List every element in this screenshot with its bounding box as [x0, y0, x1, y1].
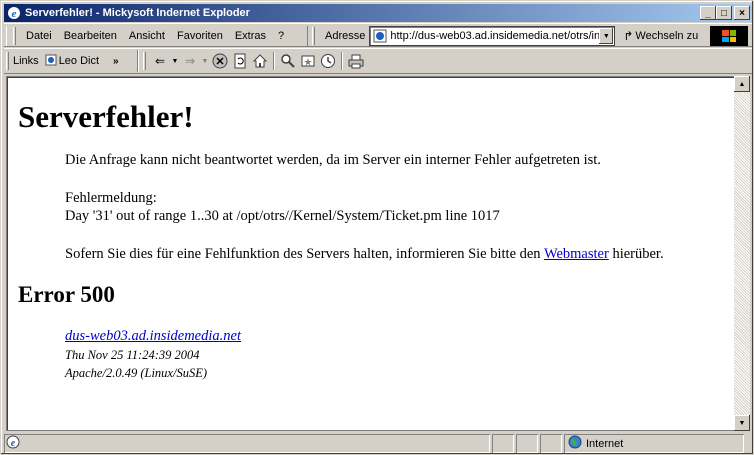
- search-icon: [281, 54, 295, 68]
- favorite-page-icon: [45, 54, 57, 69]
- search-button[interactable]: [278, 51, 298, 71]
- menu-datei[interactable]: Datei: [20, 30, 58, 42]
- menu-bar: Datei Bearbeiten Ansicht Favoriten Extra…: [6, 26, 308, 46]
- maximize-button[interactable]: □: [716, 6, 732, 20]
- go-arrow-icon: ↱: [623, 29, 634, 43]
- security-zone: Internet: [564, 434, 744, 453]
- window-title: Serverfehler! - Mickysoft Indernet Explo…: [25, 7, 250, 19]
- favorites-button[interactable]: [298, 51, 318, 71]
- svg-text:e: e: [11, 438, 16, 449]
- menu-row: Datei Bearbeiten Ansicht Favoriten Extra…: [4, 23, 752, 47]
- toolbar-grip[interactable]: [143, 52, 146, 70]
- server-signature: dus-web03.ad.insidemedia.net Thu Nov 25 …: [65, 328, 241, 382]
- error-message-label: Fehlermeldung:: [65, 190, 157, 206]
- status-cell: [540, 434, 562, 453]
- address-url[interactable]: http://dus-web03.ad.insidemedia.net/otrs…: [390, 30, 599, 42]
- scroll-down-button[interactable]: ▼: [734, 415, 750, 431]
- home-button[interactable]: [250, 51, 270, 71]
- host-link[interactable]: dus-web03.ad.insidemedia.net: [65, 328, 241, 346]
- browser-window: e Serverfehler! - Mickysoft Indernet Exp…: [0, 0, 754, 455]
- toolbar-grip[interactable]: [312, 27, 315, 45]
- links-label: Links: [13, 55, 39, 67]
- close-button[interactable]: ×: [734, 6, 750, 20]
- link-leo-dict[interactable]: Leo Dict: [45, 54, 99, 69]
- go-button[interactable]: ↱ Wechseln zu: [623, 29, 698, 43]
- forward-dropdown-button[interactable]: ▼: [200, 51, 210, 71]
- menu-bearbeiten[interactable]: Bearbeiten: [58, 30, 123, 42]
- page-status-icon: e: [6, 435, 20, 452]
- forward-button[interactable]: ⇒: [180, 51, 200, 71]
- toolbar-grip[interactable]: [6, 52, 9, 70]
- svg-text:e: e: [12, 8, 17, 20]
- print-icon: [348, 54, 364, 69]
- links-toolbar-row: Links Leo Dict » ⇐ ▼ ⇒ ▼: [4, 48, 752, 74]
- toolbar-separator: [341, 52, 343, 70]
- address-dropdown-button[interactable]: ▼: [599, 28, 614, 44]
- webmaster-link[interactable]: Webmaster: [544, 246, 609, 262]
- navigation-toolbar: ⇐ ▼ ⇒ ▼: [138, 50, 366, 72]
- title-bar[interactable]: e Serverfehler! - Mickysoft Indernet Exp…: [4, 4, 752, 22]
- page-heading: Serverfehler!: [18, 99, 194, 134]
- address-input[interactable]: http://dus-web03.ad.insidemedia.net/otrs…: [369, 26, 616, 46]
- history-button[interactable]: [318, 51, 338, 71]
- stop-button[interactable]: [210, 51, 230, 71]
- favorites-icon: [301, 55, 315, 67]
- ie-logo-icon: e: [6, 5, 22, 21]
- menu-ansicht[interactable]: Ansicht: [123, 30, 171, 42]
- link-label: Leo Dict: [58, 55, 100, 67]
- menu-favoriten[interactable]: Favoriten: [171, 30, 229, 42]
- error-description: Die Anfrage kann nicht beantwortet werde…: [65, 152, 601, 168]
- error-message-text: Day '31' out of range 1..30 at /opt/otrs…: [65, 208, 500, 224]
- menu-extras[interactable]: Extras: [229, 30, 272, 42]
- back-dropdown-button[interactable]: ▼: [170, 51, 180, 71]
- address-bar: Adresse http://dus-web03.ad.insidemedia.…: [312, 26, 708, 46]
- page-icon: [372, 28, 388, 44]
- server-software: Apache/2.0.49 (Linux/SuSE): [65, 366, 207, 380]
- address-label: Adresse: [325, 30, 366, 42]
- server-date: Thu Nov 25 11:24:39 2004: [65, 348, 200, 362]
- windows-logo-icon: [722, 30, 736, 42]
- globe-icon: [568, 435, 582, 452]
- status-bar: e Internet: [4, 434, 752, 453]
- vertical-scrollbar[interactable]: ▲ ▼: [734, 76, 750, 431]
- error-code-heading: Error 500: [18, 282, 115, 307]
- toolbar-grip[interactable]: [13, 27, 16, 45]
- home-icon: [252, 54, 268, 68]
- back-icon: ⇐: [154, 54, 166, 68]
- refresh-icon: [234, 53, 246, 69]
- minimize-button[interactable]: _: [700, 6, 716, 20]
- chevron-more-icon[interactable]: »: [113, 56, 119, 67]
- page-content: Serverfehler! Die Anfrage kann nicht bea…: [6, 76, 734, 431]
- status-cell: [516, 434, 538, 453]
- windows-logo-throbber: [710, 26, 748, 46]
- print-button[interactable]: [346, 51, 366, 71]
- zone-label: Internet: [586, 437, 624, 450]
- forward-icon: ⇒: [184, 54, 196, 68]
- toolbar-separator: [273, 52, 275, 70]
- status-cell: [492, 434, 514, 453]
- history-icon: [321, 54, 335, 68]
- contact-text: Sofern Sie dies für eine Fehlfunktion de…: [65, 245, 664, 263]
- go-label: Wechseln zu: [635, 30, 699, 42]
- refresh-button[interactable]: [230, 51, 250, 71]
- status-main: e: [4, 434, 490, 453]
- stop-icon: [212, 53, 228, 69]
- scroll-up-button[interactable]: ▲: [734, 76, 750, 92]
- menu-help[interactable]: ?: [272, 30, 290, 42]
- contact-text-after: hierüber.: [608, 246, 664, 262]
- contact-text-before: Sofern Sie dies für eine Fehlfunktion de…: [65, 246, 544, 262]
- links-bar: Links Leo Dict »: [4, 50, 138, 72]
- back-button[interactable]: ⇐: [150, 51, 170, 71]
